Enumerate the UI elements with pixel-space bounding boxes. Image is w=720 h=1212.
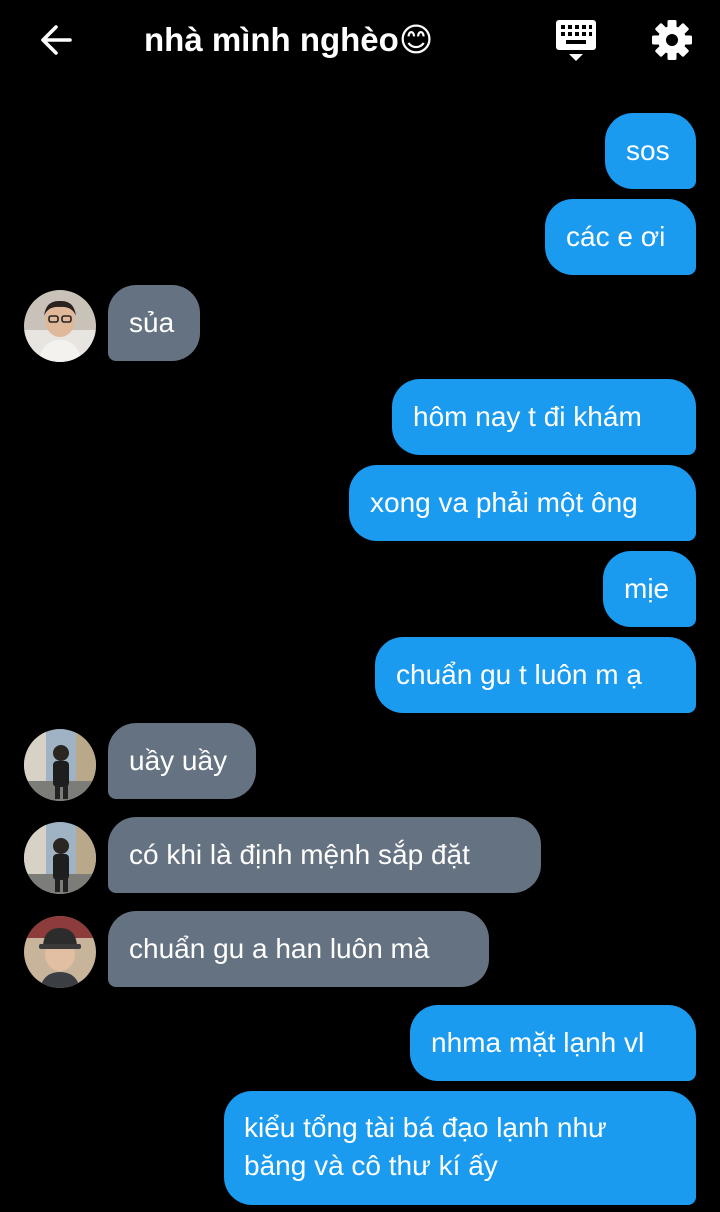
gear-icon — [652, 20, 692, 60]
message-outgoing[interactable]: nhma mặt lạnh vl — [410, 1005, 696, 1081]
message-incoming[interactable]: sủa — [108, 285, 200, 361]
avatar[interactable] — [24, 729, 96, 801]
avatar-person-cap-icon — [24, 916, 96, 988]
chat-header: nhà mình nghèo😊 — [0, 0, 720, 80]
keyboard-button[interactable] — [550, 16, 602, 66]
avatar[interactable] — [24, 290, 96, 362]
message-incoming[interactable]: chuẩn gu a han luôn mà — [108, 911, 489, 987]
message-incoming[interactable]: uầy uầy — [108, 723, 256, 799]
message-outgoing[interactable]: sos — [605, 113, 696, 189]
message-outgoing[interactable]: các e ơi — [545, 199, 696, 275]
message-outgoing[interactable]: kiểu tổng tài bá đạo lạnh như băng và cô… — [224, 1091, 696, 1205]
settings-button[interactable] — [648, 16, 696, 64]
message-outgoing[interactable]: xong va phải một ông — [349, 465, 696, 541]
conversation-title: nhà mình nghèo😊 — [144, 21, 434, 58]
keyboard-icon — [556, 20, 596, 61]
message-outgoing[interactable]: mịe — [603, 551, 696, 627]
avatar-person-street-icon — [24, 729, 96, 801]
arrow-left-icon — [41, 25, 72, 55]
message-outgoing[interactable]: hôm nay t đi khám — [392, 379, 696, 455]
back-button[interactable] — [32, 18, 80, 62]
avatar[interactable] — [24, 916, 96, 988]
message-outgoing[interactable]: chuẩn gu t luôn m ạ — [375, 637, 696, 713]
message-incoming[interactable]: có khi là định mệnh sắp đặt — [108, 817, 541, 893]
avatar[interactable] — [24, 822, 96, 894]
avatar-person-glasses-icon — [24, 290, 96, 362]
avatar-person-street-icon — [24, 822, 96, 894]
